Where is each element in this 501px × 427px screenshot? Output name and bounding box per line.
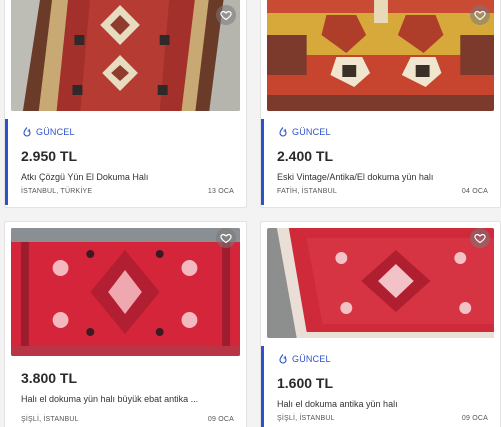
listing-title[interactable]: Halı el dokuma antika yün halı xyxy=(277,399,487,409)
listing-location: ŞİŞLİ, İSTANBUL xyxy=(277,415,335,422)
listing-title[interactable]: Halı el dokuma yün halı büyük ebat antik… xyxy=(21,394,231,404)
listing-card[interactable]: GÜNCEL 1.600 TL Halı el dokuma antika yü… xyxy=(260,221,501,427)
listing-meta: İSTANBUL, TÜRKİYE 13 OCA xyxy=(21,188,234,195)
favorite-heart-icon[interactable] xyxy=(470,5,490,25)
listing-date: 13 OCA xyxy=(207,188,234,195)
listing-image[interactable] xyxy=(267,228,494,338)
listing-location: İSTANBUL, TÜRKİYE xyxy=(21,188,93,195)
listing-price: 3.800 TL xyxy=(21,370,78,386)
refresh-drop-icon xyxy=(279,127,287,137)
listing-title[interactable]: Eski Vintage/Antika/El dokuma yün halı xyxy=(277,172,487,182)
current-badge-label: GÜNCEL xyxy=(292,127,331,137)
current-badge-label: GÜNCEL xyxy=(292,354,331,364)
refresh-drop-icon xyxy=(279,354,287,364)
listing-info: GÜNCEL 2.950 TL Atkı Çözgü Yün El Dokuma… xyxy=(5,125,246,207)
listing-card[interactable]: 3.800 TL Halı el dokuma yün halı büyük e… xyxy=(4,221,247,427)
refresh-drop-icon xyxy=(23,127,31,137)
listing-info: GÜNCEL 1.600 TL Halı el dokuma antika yü… xyxy=(261,352,500,427)
listing-meta: FATİH, İSTANBUL 04 OCA xyxy=(277,188,488,195)
listing-location: ŞİŞLİ, İSTANBUL xyxy=(21,416,79,423)
favorite-heart-icon[interactable] xyxy=(470,228,490,248)
listing-info: 3.800 TL Halı el dokuma yün halı büyük e… xyxy=(5,370,246,427)
listing-date: 09 OCA xyxy=(461,415,488,422)
listing-price: 1.600 TL xyxy=(277,375,334,391)
current-badge: GÜNCEL xyxy=(277,352,488,366)
listing-card[interactable]: GÜNCEL 2.950 TL Atkı Çözgü Yün El Dokuma… xyxy=(4,0,247,208)
listing-card[interactable]: GÜNCEL 2.400 TL Eski Vintage/Antika/El d… xyxy=(260,0,501,208)
listing-meta: ŞİŞLİ, İSTANBUL 09 OCA xyxy=(21,416,234,423)
favorite-heart-icon[interactable] xyxy=(216,5,236,25)
listing-info: GÜNCEL 2.400 TL Eski Vintage/Antika/El d… xyxy=(261,125,500,207)
listing-image[interactable] xyxy=(267,0,494,111)
favorite-heart-icon[interactable] xyxy=(216,228,236,248)
listing-date: 04 OCA xyxy=(461,188,488,195)
listing-price: 2.950 TL xyxy=(21,148,78,164)
listing-date: 09 OCA xyxy=(207,416,234,423)
listing-price: 2.400 TL xyxy=(277,148,334,164)
current-badge: GÜNCEL xyxy=(21,125,234,139)
listing-meta: ŞİŞLİ, İSTANBUL 09 OCA xyxy=(277,415,488,422)
listing-location: FATİH, İSTANBUL xyxy=(277,188,337,195)
listing-grid: GÜNCEL 2.950 TL Atkı Çözgü Yün El Dokuma… xyxy=(0,0,501,427)
listing-title[interactable]: Atkı Çözgü Yün El Dokuma Halı xyxy=(21,172,231,182)
listing-image[interactable] xyxy=(11,0,240,111)
listing-image[interactable] xyxy=(11,228,240,356)
current-badge-label: GÜNCEL xyxy=(36,127,75,137)
current-badge: GÜNCEL xyxy=(277,125,488,139)
